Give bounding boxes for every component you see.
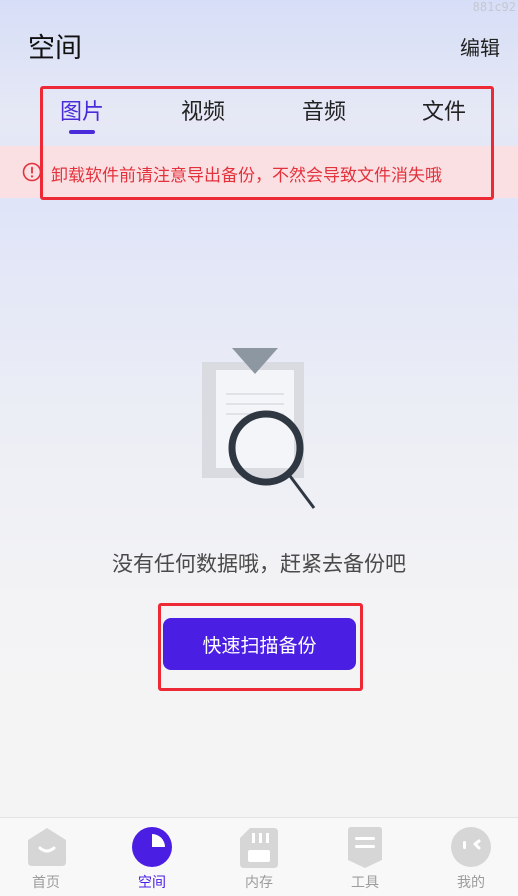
alert-circle-icon [22,162,42,182]
edit-button[interactable]: 编辑 [460,32,500,61]
nav-item-space[interactable]: 空间 [100,818,204,896]
highlight-box-tabs [40,86,494,200]
profile-face-icon [451,827,491,867]
empty-state-message: 没有任何数据哦，赶紧去备份吧 [112,552,406,576]
nav-label-memory: 内存 [245,875,273,891]
bottom-nav: 首页 空间 内存 工具 我的 [0,817,518,896]
nav-label-home: 首页 [32,875,60,891]
nav-item-tools[interactable]: 工具 [313,818,417,896]
document-search-icon [202,348,316,509]
page-title: 空间 [28,33,82,64]
pie-chart-icon [132,827,172,867]
highlight-box-button [158,603,363,691]
sd-card-icon [240,828,278,868]
toolbox-icon [348,827,382,868]
nav-item-memory[interactable]: 内存 [207,818,311,896]
watermark-text: 881c92 [472,0,516,14]
nav-item-profile[interactable]: 我的 [418,818,518,896]
nav-label-profile: 我的 [457,875,485,891]
nav-label-space: 空间 [138,875,166,891]
nav-label-tools: 工具 [351,875,379,891]
nav-item-home[interactable]: 首页 [0,818,104,896]
home-icon [28,828,66,866]
